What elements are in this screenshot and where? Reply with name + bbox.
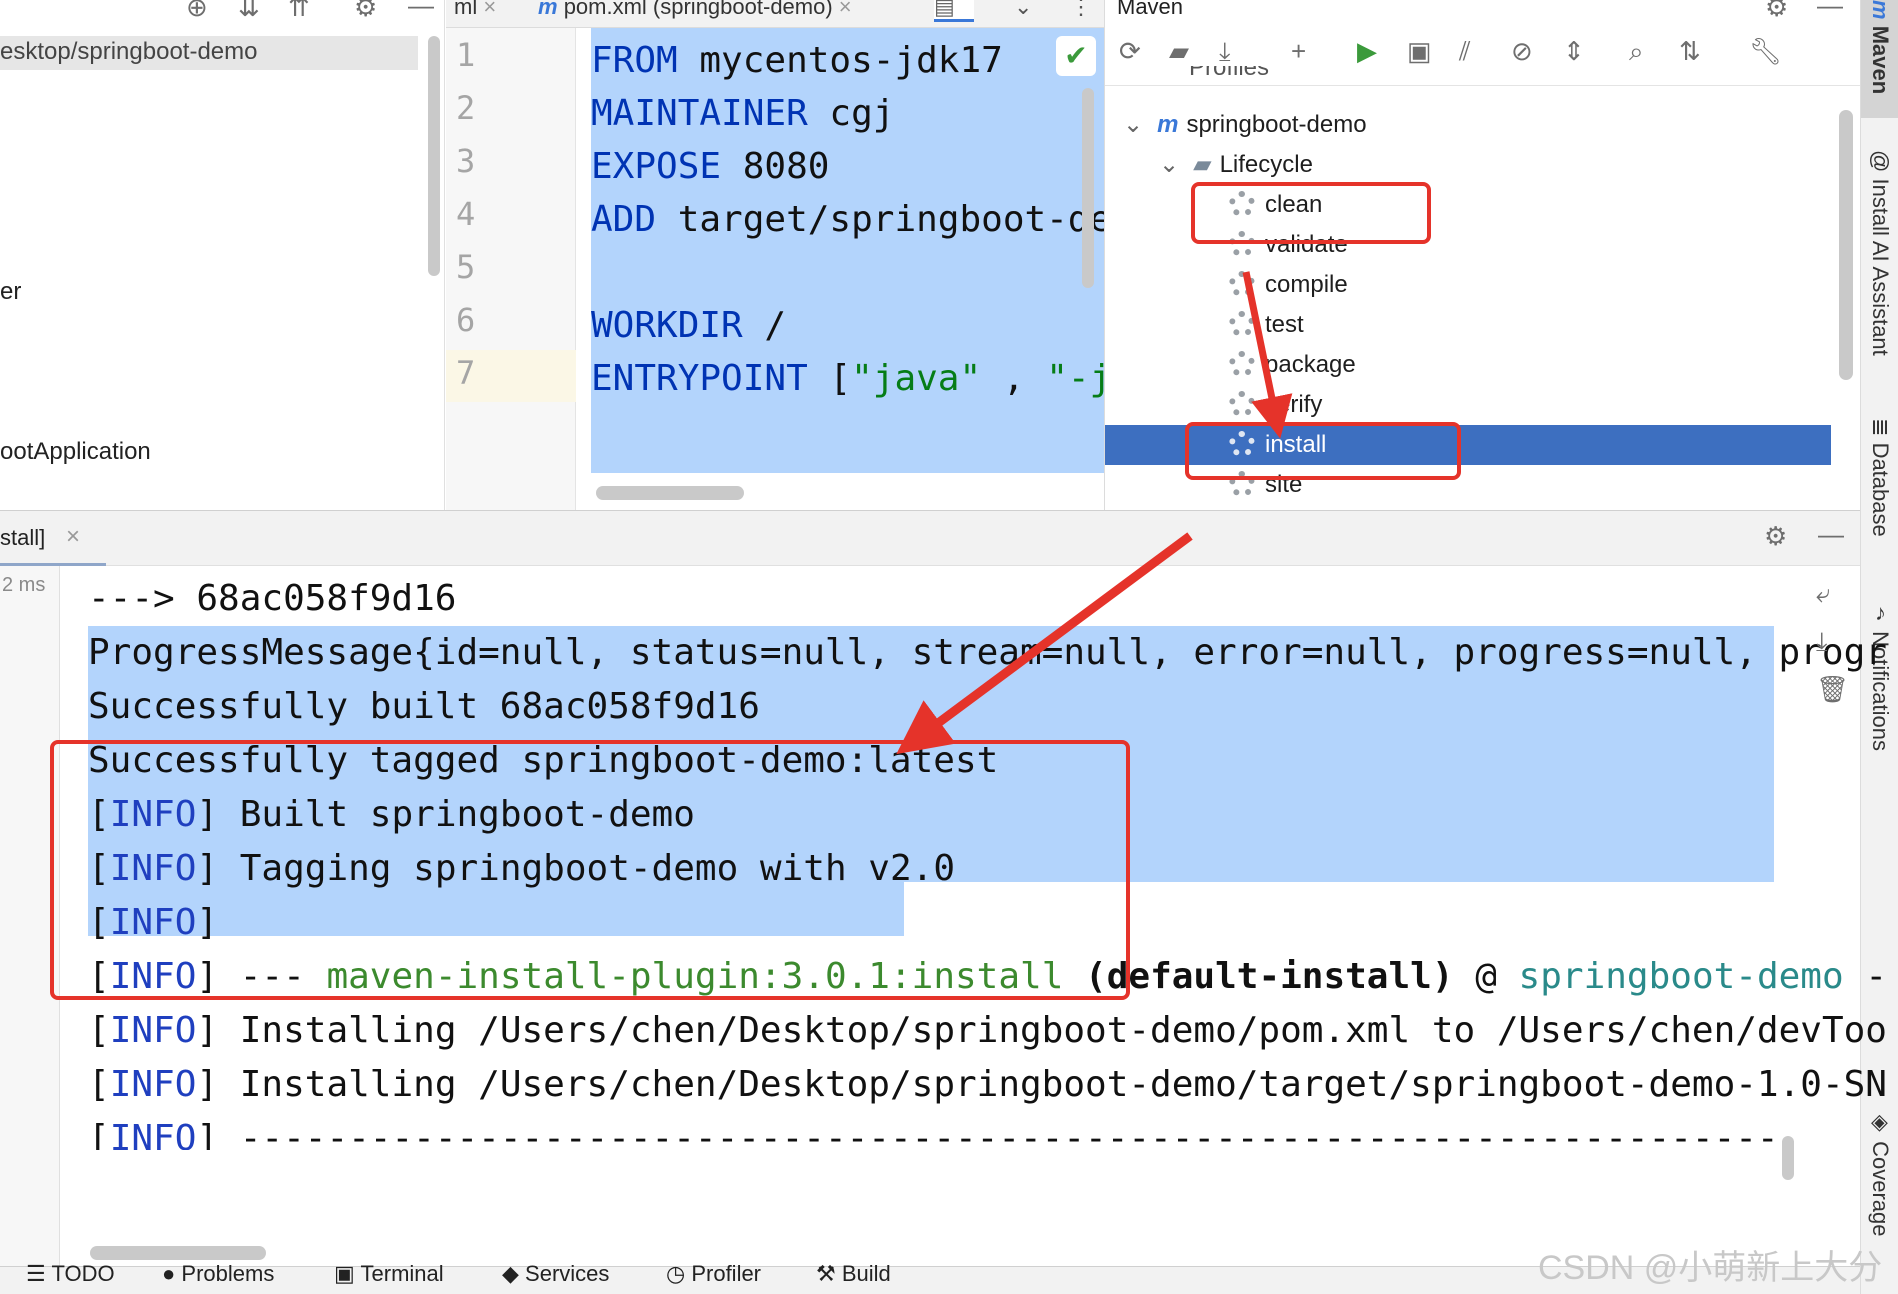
arrow-install-to-output xyxy=(896,532,1193,755)
annotation-arrows xyxy=(896,271,1293,755)
arrow-clean-to-install xyxy=(1242,271,1293,439)
watermark: CSDN @小萌新上大分 xyxy=(1538,1249,1883,1287)
